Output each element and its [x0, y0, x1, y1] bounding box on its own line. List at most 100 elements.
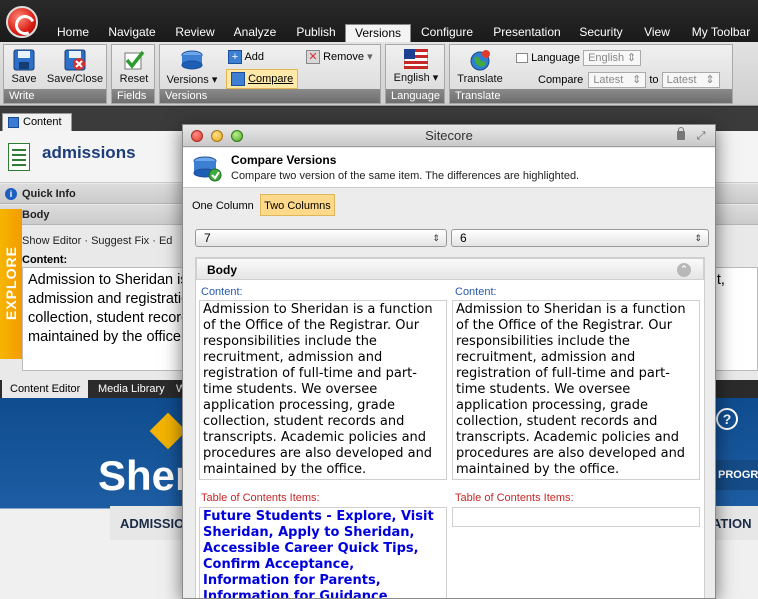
chevron-down-icon: ▾: [432, 72, 439, 84]
tab-navigate[interactable]: Navigate: [104, 24, 160, 42]
tab-publish[interactable]: Publish: [292, 24, 340, 42]
checkmark-icon: [124, 50, 145, 70]
compare-range-row: Compare Latest ⇕ to Latest ⇕: [538, 72, 720, 88]
site-nav-admissions[interactable]: ADMISSIO: [120, 516, 184, 531]
tab-content-editor[interactable]: Content Editor: [2, 380, 89, 398]
translate-language-select[interactable]: English ⇕: [583, 50, 642, 66]
body-section-title: Body: [207, 263, 237, 277]
stepper-icon: ⇕: [432, 233, 440, 243]
dialog-title: Compare Versions: [231, 153, 337, 167]
dialog-titlebar[interactable]: Sitecore ⤢: [183, 125, 715, 147]
ribbon-group-write: Save Save/Close Write: [3, 44, 107, 104]
left-content-field[interactable]: Admission to Sheridan is a function of t…: [199, 300, 447, 480]
versions-text: Versions: [166, 74, 209, 86]
translate-language-row: Language English ⇕: [516, 50, 642, 66]
compare-to-value: Latest: [666, 74, 697, 86]
sitecore-logo-icon[interactable]: [6, 6, 38, 38]
english-text: English: [393, 72, 430, 84]
translate-button[interactable]: Translate: [454, 49, 506, 85]
tab-content[interactable]: Content: [2, 113, 72, 131]
ribbon-tab-bar: Home Navigate Review Analyze Publish Ver…: [0, 0, 758, 42]
tab-my-toolbar[interactable]: My Toolbar: [688, 24, 754, 42]
dialog-header: Compare Versions Compare two version of …: [183, 148, 715, 188]
tab-two-columns[interactable]: Two Columns: [260, 194, 335, 216]
left-version-value: 7: [204, 231, 211, 245]
left-toc-field[interactable]: Future Students - Explore, Visit Sherida…: [199, 507, 447, 598]
right-toc-field[interactable]: [452, 507, 700, 527]
ribbon-group-versions: Versions ▾ + Add ✕ Remove ▾ Compare Vers…: [159, 44, 381, 104]
us-flag-icon: [404, 49, 428, 69]
programs-tab[interactable]: PROGRA: [714, 460, 758, 490]
stepper-icon: ⇕: [626, 52, 637, 64]
reset-label: Reset: [119, 73, 149, 85]
collapse-icon[interactable]: ⌃: [677, 263, 691, 277]
sheridan-logo-icon: [149, 412, 187, 450]
tab-view[interactable]: View: [638, 24, 676, 42]
language-dropdown-button[interactable]: English ▾: [388, 49, 444, 84]
right-content-label: Content:: [455, 286, 497, 298]
left-content-label: Content:: [201, 286, 243, 298]
chevron-down-icon: ▾: [211, 74, 218, 86]
add-label: Add: [244, 50, 265, 63]
compare-panel: Body ⌃ Content: Content: Admission to Sh…: [195, 257, 705, 598]
fullscreen-icon[interactable]: ⤢: [695, 130, 707, 142]
zoom-window-icon[interactable]: [231, 130, 243, 142]
remove-label: Remove: [323, 51, 365, 63]
save-label: Save: [11, 73, 37, 85]
remove-icon: ✕: [306, 50, 320, 65]
remove-version-button[interactable]: ✕ Remove ▾: [306, 50, 373, 65]
lock-icon: [677, 127, 685, 140]
view-mode-tabs: One Column Two Columns: [189, 194, 335, 216]
tab-configure[interactable]: Configure: [418, 24, 476, 42]
tab-security[interactable]: Security: [576, 24, 626, 42]
language-small-icon: [516, 53, 528, 63]
body-section-bar[interactable]: Body ⌃: [196, 258, 704, 280]
compare-to-select[interactable]: Latest ⇕: [661, 72, 720, 88]
compare-icon: [231, 72, 245, 86]
explore-sidebar[interactable]: EXPLORE: [0, 209, 22, 359]
translate-language-value: English: [588, 52, 625, 64]
field-links[interactable]: Show Editor · Suggest Fix · Ed: [22, 235, 172, 247]
language-label: English ▾: [388, 71, 444, 84]
close-window-icon[interactable]: [191, 130, 203, 142]
tab-media-library[interactable]: Media Library: [90, 380, 173, 398]
right-version-value: 6: [460, 231, 467, 245]
right-content-field[interactable]: Admission to Sheridan is a function of t…: [452, 300, 700, 480]
add-icon: +: [228, 50, 242, 64]
compare-from-select[interactable]: Latest ⇕: [588, 72, 647, 88]
to-label: to: [649, 73, 659, 86]
translate-language-label: Language: [531, 51, 581, 64]
document-icon: [8, 143, 30, 171]
reset-button[interactable]: Reset: [116, 49, 152, 85]
tab-versions[interactable]: Versions: [345, 24, 411, 42]
compare-button[interactable]: Compare: [226, 69, 299, 89]
left-version-select[interactable]: 7 ⇕: [195, 229, 447, 247]
minimize-window-icon[interactable]: [211, 130, 223, 142]
versions-dropdown-button[interactable]: Versions ▾: [164, 49, 220, 86]
versions-icon: [181, 50, 203, 70]
site-logo-text: Sher: [98, 452, 192, 499]
right-version-select[interactable]: 6 ⇕: [451, 229, 709, 247]
ribbon-group-fields: Reset Fields: [111, 44, 155, 104]
help-icon[interactable]: ?: [716, 408, 738, 430]
info-icon: i: [5, 188, 17, 200]
tab-presentation[interactable]: Presentation: [490, 24, 564, 42]
quick-info-label: Quick Info: [22, 188, 76, 200]
tab-analyze[interactable]: Analyze: [229, 24, 281, 42]
group-label-fields: Fields: [112, 89, 154, 103]
explore-label: EXPLORE: [3, 246, 19, 320]
group-label-translate: Translate: [450, 89, 732, 103]
content-field-label: Content:: [22, 254, 68, 266]
add-version-button[interactable]: + Add: [228, 50, 264, 64]
tab-review[interactable]: Review: [172, 24, 218, 42]
window-title: Sitecore: [425, 128, 473, 143]
save-button[interactable]: Save: [8, 49, 40, 85]
tab-home[interactable]: Home: [52, 24, 94, 42]
compare-versions-dialog: Sitecore ⤢ Compare Versions Compare two …: [182, 124, 716, 599]
save-close-button[interactable]: Save/Close: [46, 49, 104, 85]
tab-one-column[interactable]: One Column: [189, 195, 257, 217]
site-nav-item[interactable]: ATION: [712, 516, 751, 531]
group-label-language: Language: [386, 89, 444, 103]
globe-icon: [470, 50, 490, 71]
group-label-write: Write: [4, 89, 106, 103]
